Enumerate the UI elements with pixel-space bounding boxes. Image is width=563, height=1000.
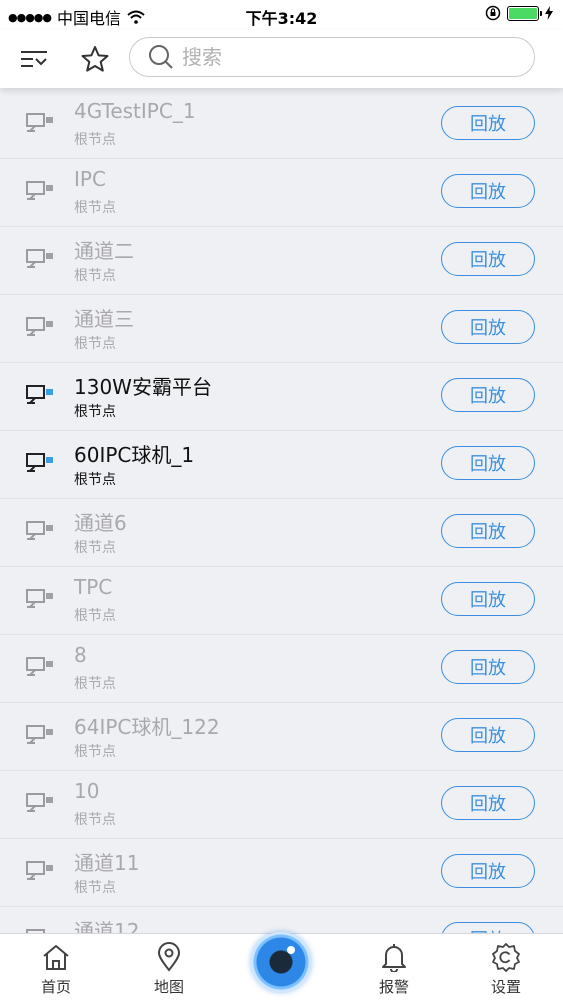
device-name: 10 [74,779,100,803]
search-bar[interactable] [129,37,535,77]
camera-icon [26,317,53,336]
playback-button[interactable]: 回放 [441,582,535,616]
star-icon [81,46,109,72]
camera-icon [26,453,53,472]
device-node: 根节点 [74,336,116,352]
device-row[interactable]: 10 根节点 回放 [0,771,563,839]
device-row[interactable]: 通道二 根节点 回放 [0,227,563,295]
device-name: TPC [74,575,113,599]
device-node: 根节点 [74,812,116,828]
filter-button[interactable] [14,39,54,79]
favorites-button[interactable] [75,39,115,79]
device-node: 根节点 [74,268,116,284]
device-row[interactable]: 60IPC球机_1 根节点 回放 [0,431,563,499]
device-node: 根节点 [74,676,116,692]
device-list[interactable]: 4GTestIPC_1 根节点 回放 IPC 根节点 回放 通道二 根节点 回放 [0,91,563,933]
device-row[interactable]: 130W安霸平台 根节点 回放 [0,363,563,431]
playback-button[interactable]: 回放 [441,106,535,140]
tab-home-label: 首页 [40,978,71,996]
device-node: 根节点 [74,880,116,896]
device-name: 通道12 [74,919,140,933]
top-bar [0,30,563,88]
camera-icon [26,861,53,880]
device-name: 64IPC球机_122 [74,715,220,739]
orientation-lock-icon [485,5,501,21]
playback-button[interactable]: 回放 [441,718,535,752]
device-row[interactable]: 通道6 根节点 回放 [0,499,563,567]
playback-button[interactable]: 回放 [441,174,535,208]
camera-icon [26,249,53,268]
device-row[interactable]: IPC 根节点 回放 [0,159,563,227]
status-time: 下午3:42 [245,9,318,28]
device-node: 根节点 [74,540,116,556]
playback-button[interactable]: 回放 [441,922,535,933]
device-name: 通道二 [74,239,134,263]
tab-home[interactable]: 首页 [21,942,91,997]
home-icon [43,945,69,970]
device-name: 通道三 [74,307,134,331]
device-node: 根节点 [74,404,116,420]
device-name: 4GTestIPC_1 [74,99,196,123]
search-icon [149,45,173,69]
bell-icon [382,944,406,972]
camera-icon [26,113,53,132]
tab-bar: 首页 地图 报警 设置 [0,932,563,1000]
device-row[interactable]: 64IPC球机_122 根节点 回放 [0,703,563,771]
gear-icon [492,943,520,972]
device-node: 根节点 [74,472,116,488]
playback-button[interactable]: 回放 [441,786,535,820]
tab-alarm-label: 报警 [378,978,409,996]
device-row[interactable]: 通道11 根节点 回放 [0,839,563,907]
tab-map[interactable]: 地图 [134,942,204,997]
charging-icon [545,6,553,20]
device-name: 130W安霸平台 [74,375,212,399]
playback-button[interactable]: 回放 [441,310,535,344]
camera-icon [26,589,53,608]
device-node: 根节点 [74,744,116,760]
map-pin-icon [157,942,181,972]
search-input[interactable] [182,45,502,69]
camera-icon [26,725,53,744]
camera-icon [26,385,53,404]
filter-icon [21,51,47,67]
status-bar: ●●●●● 中国电信 下午3:42 [0,0,563,30]
playback-button[interactable]: 回放 [441,242,535,276]
camera-icon [26,657,53,676]
device-row[interactable]: 4GTestIPC_1 根节点 回放 [0,91,563,159]
tab-map-label: 地图 [153,978,184,996]
playback-button[interactable]: 回放 [441,378,535,412]
device-name: IPC [74,167,106,191]
camera-icon [26,521,53,540]
device-row[interactable]: 通道三 根节点 回放 [0,295,563,363]
device-name: 通道6 [74,511,127,535]
tab-alarm[interactable]: 报警 [359,942,429,997]
tab-settings-label: 设置 [490,978,521,996]
device-name: 60IPC球机_1 [74,443,195,467]
tab-settings[interactable]: 设置 [471,942,541,997]
device-node: 根节点 [74,200,116,216]
device-name: 8 [74,643,87,667]
playback-button[interactable]: 回放 [441,446,535,480]
live-view-icon[interactable] [251,932,311,992]
camera-icon [26,181,53,200]
playback-button[interactable]: 回放 [441,650,535,684]
device-row[interactable]: TPC 根节点 回放 [0,567,563,635]
device-row[interactable]: 通道12 根节点 回放 [0,907,563,933]
device-node: 根节点 [74,608,116,624]
battery-icon [507,5,542,21]
device-name: 通道11 [74,851,140,875]
device-row[interactable]: 8 根节点 回放 [0,635,563,703]
device-node: 根节点 [74,132,116,148]
playback-button[interactable]: 回放 [441,514,535,548]
playback-button[interactable]: 回放 [441,854,535,888]
camera-icon [26,793,53,812]
